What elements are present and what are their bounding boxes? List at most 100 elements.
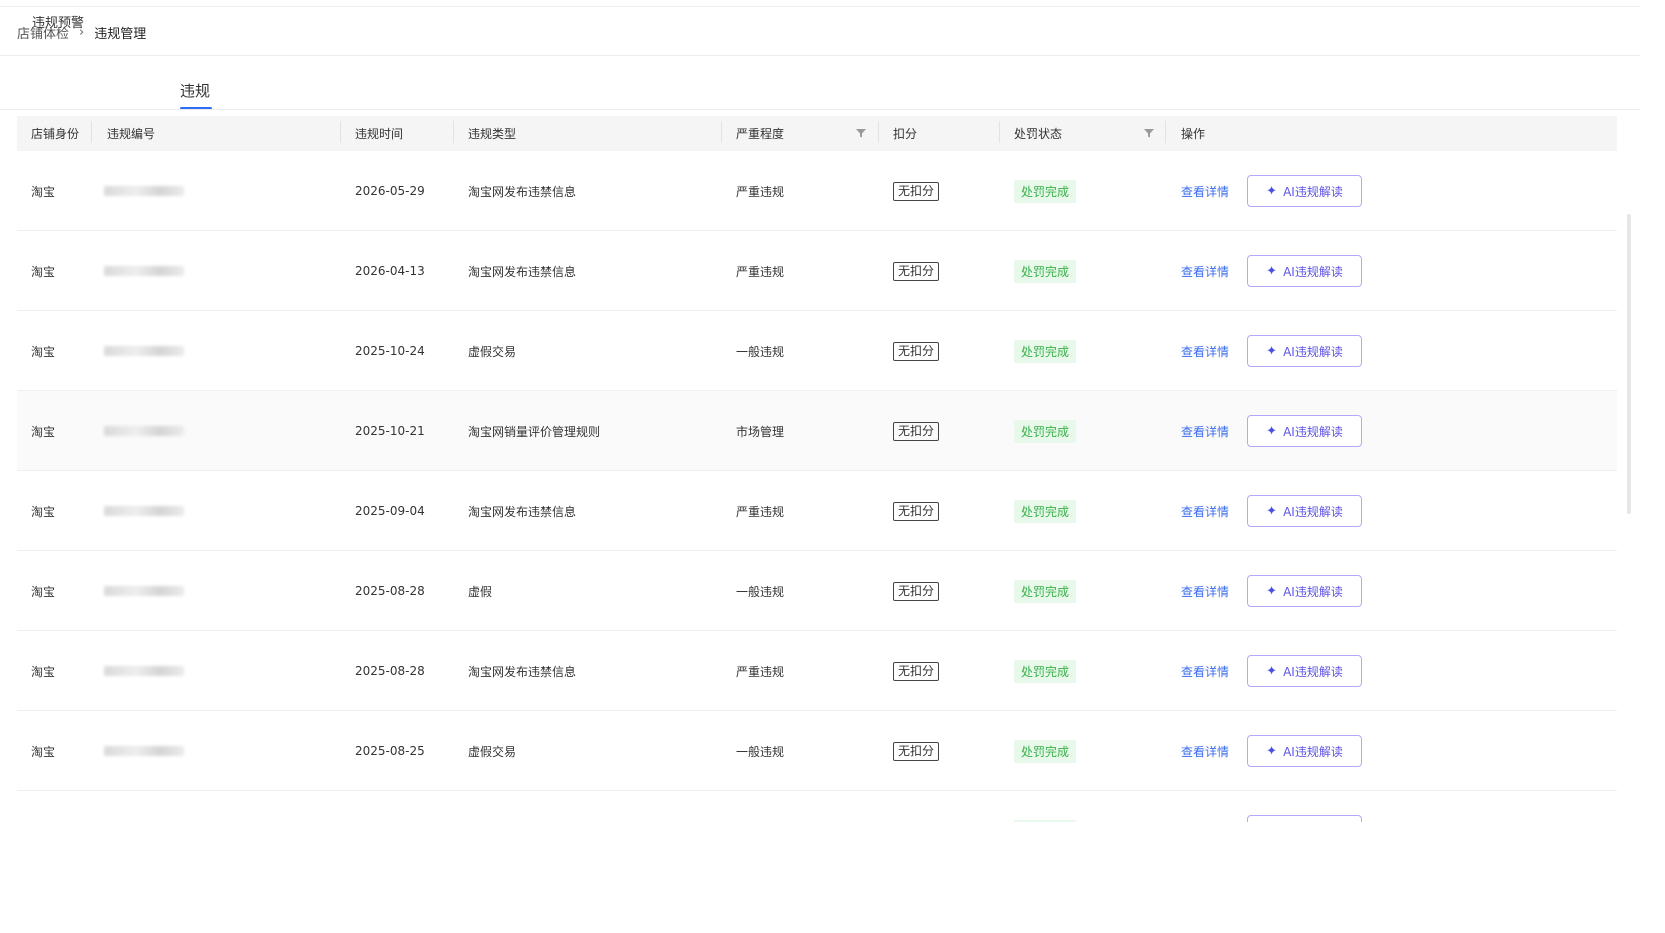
status-badge: 处罚完成: [1014, 419, 1077, 443]
blank-area: [0, 822, 1665, 933]
ai-interpret-button[interactable]: ✦ AI违规解读: [1247, 415, 1362, 447]
header-identity: 店铺身份: [31, 127, 80, 141]
header-divider: [1165, 121, 1166, 143]
header-points: 扣分: [893, 127, 918, 141]
cell-status: 处罚完成: [1014, 311, 1077, 391]
points-badge: 无扣分: [893, 661, 940, 681]
status-badge: 处罚完成: [1014, 739, 1077, 763]
cell-number: [104, 151, 184, 231]
cell-type: 淘宝网销量评价管理规则: [468, 424, 601, 439]
cell-status: 处罚完成: [1014, 551, 1077, 631]
ai-interpret-button[interactable]: ✦ AI违规解读: [1247, 335, 1362, 367]
table-row: 淘宝 2025-09-04 淘宝网发布违禁信息 严重违规 无扣分 处罚完成 查看详情 ✦ AI违…: [17, 471, 1617, 551]
sparkle-icon: ✦: [1266, 423, 1278, 439]
redacted-id: [104, 426, 184, 436]
cell-severity: 严重违规: [736, 664, 785, 679]
ai-interpret-button[interactable]: ✦ AI违规解读: [1247, 575, 1362, 607]
redacted-id: [104, 346, 184, 356]
ai-interpret-button[interactable]: ✦ AI违规解读: [1247, 735, 1362, 767]
tab-bar: [0, 70, 1640, 110]
cell-time: 2026-05-29: [355, 184, 425, 198]
redacted-id: [104, 266, 184, 276]
cell-detail: 查看详情: [1181, 311, 1229, 391]
cell-type: 淘宝网发布违禁信息: [468, 504, 577, 519]
cell-ai: ✦ AI违规解读: [1247, 711, 1362, 791]
header-divider: [340, 121, 341, 143]
cell-identity: 淘宝: [31, 504, 56, 519]
table-row: 淘宝 2025-08-25 虚假交易 一般违规 无扣分 处罚完成 查看详情 ✦ AI违规解读: [17, 711, 1617, 791]
status-filter-icon[interactable]: [1143, 127, 1155, 139]
cell-status: 处罚完成: [1014, 711, 1077, 791]
tab-violation-warning[interactable]: 违规预警: [32, 12, 84, 52]
table-header: 店铺身份 违规编号 违规时间 违规类型 严重程度 扣分 处罚状态 操作: [17, 116, 1617, 151]
sparkle-icon: ✦: [1266, 743, 1278, 759]
cell-number: [104, 311, 184, 391]
view-detail-link[interactable]: 查看详情: [1181, 423, 1229, 440]
header-type: 违规类型: [468, 127, 517, 141]
cell-time: 2025-09-04: [355, 504, 425, 518]
points-badge: 无扣分: [893, 501, 940, 521]
header-divider: [721, 121, 722, 143]
cell-severity: 一般违规: [736, 584, 785, 599]
cell-identity: 淘宝: [31, 184, 56, 199]
ai-interpret-button[interactable]: ✦ AI违规解读: [1247, 255, 1362, 287]
ai-button-label: AI违规解读: [1283, 584, 1343, 599]
tab-bar-divider: [0, 109, 1640, 110]
cell-type: 虚假: [468, 584, 493, 599]
cell-status: 处罚完成: [1014, 231, 1077, 311]
ai-button-label: AI违规解读: [1283, 504, 1343, 519]
cell-severity: 严重违规: [736, 184, 785, 199]
cell-identity: 淘宝: [31, 424, 56, 439]
points-badge: 无扣分: [893, 421, 940, 441]
cell-number: [104, 711, 184, 791]
cell-severity: 一般违规: [736, 744, 785, 759]
sparkle-icon: ✦: [1266, 583, 1278, 599]
view-detail-link[interactable]: 查看详情: [1181, 263, 1229, 280]
cell-ai: ✦ AI违规解读: [1247, 311, 1362, 391]
ai-interpret-button[interactable]: ✦ AI违规解读: [1247, 655, 1362, 687]
cell-number: [104, 631, 184, 711]
view-detail-link[interactable]: 查看详情: [1181, 343, 1229, 360]
header-divider: [999, 121, 1000, 143]
view-detail-link[interactable]: 查看详情: [1181, 743, 1229, 760]
header-time: 违规时间: [355, 127, 404, 141]
points-badge: 无扣分: [893, 581, 940, 601]
cell-detail: 查看详情: [1181, 631, 1229, 711]
cell-identity: 淘宝: [31, 664, 56, 679]
view-detail-link[interactable]: 查看详情: [1181, 183, 1229, 200]
cell-type: 虚假交易: [468, 744, 517, 759]
view-detail-link[interactable]: 查看详情: [1181, 503, 1229, 520]
sparkle-icon: ✦: [1266, 343, 1278, 359]
ai-button-label: AI违规解读: [1283, 184, 1343, 199]
table-row: 淘宝 2025-10-21 淘宝网销量评价管理规则 市场管理 无扣分 处罚完成 查看详情 ✦ A…: [17, 391, 1617, 471]
sparkle-icon: ✦: [1266, 263, 1278, 279]
sparkle-icon: ✦: [1266, 183, 1278, 199]
header-divider: [0, 55, 1640, 56]
view-detail-link[interactable]: 查看详情: [1181, 663, 1229, 680]
tab-violations[interactable]: 违规: [180, 80, 210, 120]
points-badge: 无扣分: [893, 261, 940, 281]
redacted-id: [104, 186, 184, 196]
status-badge: 处罚完成: [1014, 259, 1077, 283]
view-detail-link[interactable]: 查看详情: [1181, 583, 1229, 600]
redacted-id: [104, 506, 184, 516]
vertical-scrollbar[interactable]: [1627, 214, 1631, 514]
cell-points: 无扣分: [893, 151, 940, 231]
severity-filter-icon[interactable]: [855, 127, 867, 139]
header-divider: [453, 121, 454, 143]
table-row: 淘宝 2025-08-28 虚假 一般违规 无扣分 处罚完成 查看详情 ✦ AI违规解读: [17, 551, 1617, 631]
table-row: 淘宝 2025-08-28 淘宝网发布违禁信息 严重违规 无扣分 处罚完成 查看详情 ✦ AI违…: [17, 631, 1617, 711]
ai-interpret-button[interactable]: ✦ AI违规解读: [1247, 175, 1362, 207]
ai-button-label: AI违规解读: [1283, 344, 1343, 359]
cell-identity: 淘宝: [31, 584, 56, 599]
cell-severity: 严重违规: [736, 504, 785, 519]
ai-interpret-button[interactable]: ✦ AI违规解读: [1247, 495, 1362, 527]
cell-severity: 市场管理: [736, 424, 785, 439]
cell-time: 2025-10-21: [355, 424, 425, 438]
points-badge: 无扣分: [893, 341, 940, 361]
top-divider: [0, 6, 1640, 7]
cell-number: [104, 391, 184, 471]
cell-severity: 严重违规: [736, 264, 785, 279]
cell-type: 淘宝网发布违禁信息: [468, 264, 577, 279]
cell-time: 2025-08-28: [355, 584, 425, 598]
